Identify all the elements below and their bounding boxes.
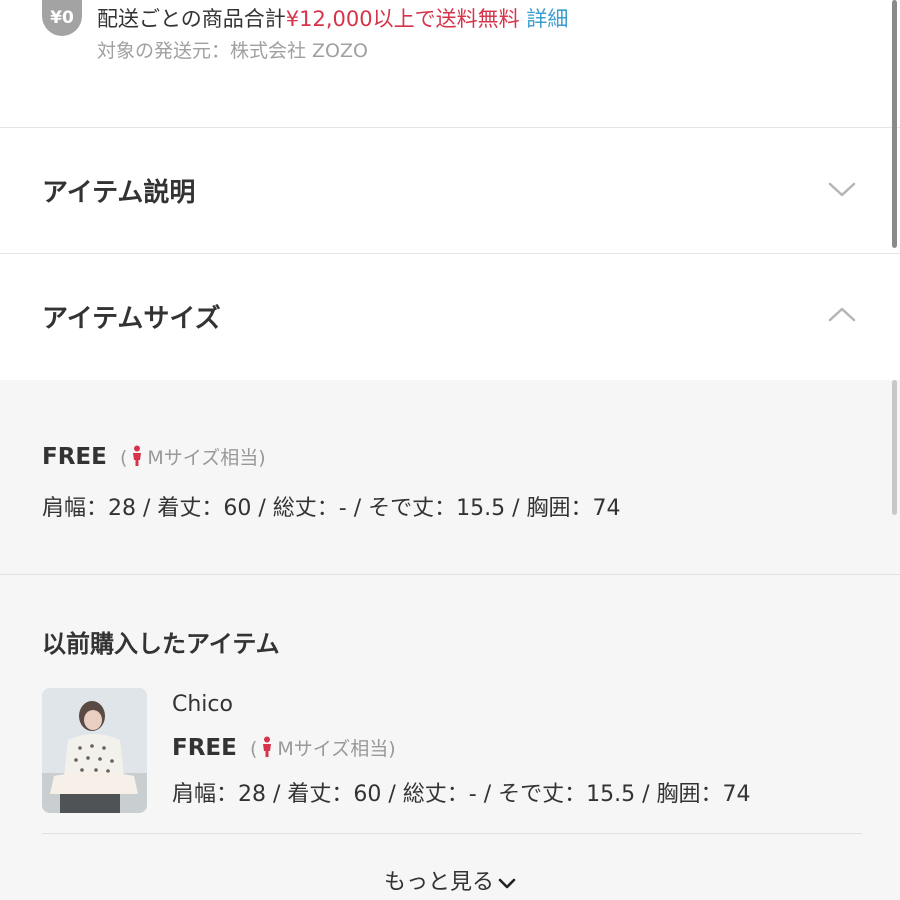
size-row: FREE ( Mサイズ相当) <box>42 443 266 470</box>
product-photo-image <box>42 688 147 813</box>
product-thumbnail[interactable] <box>42 688 147 813</box>
item-description-title: アイテム説明 <box>42 178 196 208</box>
previous-item-size-equivalent: ( Mサイズ相当) <box>249 736 396 760</box>
shipping-notice: ¥0 配送ごとの商品合計¥12,000以上で送料無料 詳細 対象の発送元：株式会… <box>0 0 900 128</box>
item-size-title: アイテムサイズ <box>42 304 221 334</box>
size-equivalent-text: Mサイズ相当) <box>147 447 266 469</box>
size-equivalent: ( Mサイズ相当) <box>119 445 266 469</box>
paren-open: ( <box>249 738 258 760</box>
scrollbar[interactable] <box>892 0 897 248</box>
previous-item-size-row: FREE ( Mサイズ相当) <box>172 734 396 761</box>
chevron-up-icon <box>828 307 856 322</box>
see-more-button[interactable]: もっと見る <box>0 864 900 896</box>
shipping-prefix: 配送ごとの商品合計 <box>97 7 286 31</box>
item-description-accordion[interactable]: アイテム説明 <box>0 128 900 254</box>
size-panel: FREE ( Mサイズ相当) 肩幅：28 / 着丈：60 / 総丈：- / そで丈… <box>0 380 900 900</box>
shipping-origin: 対象の発送元：株式会社 ZOZO <box>97 40 368 62</box>
previous-item-equivalent-text: Mサイズ相当) <box>277 738 396 760</box>
previous-item-brand: Chico <box>172 692 233 717</box>
previous-purchases-title: 以前購入したアイテム <box>42 630 280 658</box>
free-shipping-text: 送料無料 <box>435 7 520 31</box>
shipping-amount: ¥12,000以上で <box>285 7 436 31</box>
size-measurements: 肩幅：28 / 着丈：60 / 総丈：- / そで丈：15.5 / 胸囲：74 <box>42 496 621 521</box>
see-more-label: もっと見る <box>383 870 494 895</box>
chevron-down-icon <box>498 878 516 889</box>
size-name: FREE <box>42 444 107 470</box>
person-icon <box>263 736 272 757</box>
item-size-accordion[interactable]: アイテムサイズ <box>0 254 900 380</box>
shipping-condition: 配送ごとの商品合計¥12,000以上で送料無料 詳細 <box>97 3 568 33</box>
previous-purchase-item[interactable]: Chico FREE ( Mサイズ相当) 肩幅：28 / 着丈：60 / 総丈：-… <box>42 688 862 834</box>
previous-item-measurements: 肩幅：28 / 着丈：60 / 総丈：- / そで丈：15.5 / 胸囲：74 <box>172 782 751 807</box>
divider <box>0 574 900 575</box>
paren-open: ( <box>119 447 128 469</box>
chevron-down-icon <box>828 182 856 197</box>
shipping-details-link[interactable]: 詳細 <box>526 7 568 31</box>
free-shipping-badge-icon: ¥0 <box>42 0 82 36</box>
person-icon <box>133 445 142 466</box>
previous-item-size-name: FREE <box>172 735 237 761</box>
scrollbar-track <box>892 380 897 515</box>
